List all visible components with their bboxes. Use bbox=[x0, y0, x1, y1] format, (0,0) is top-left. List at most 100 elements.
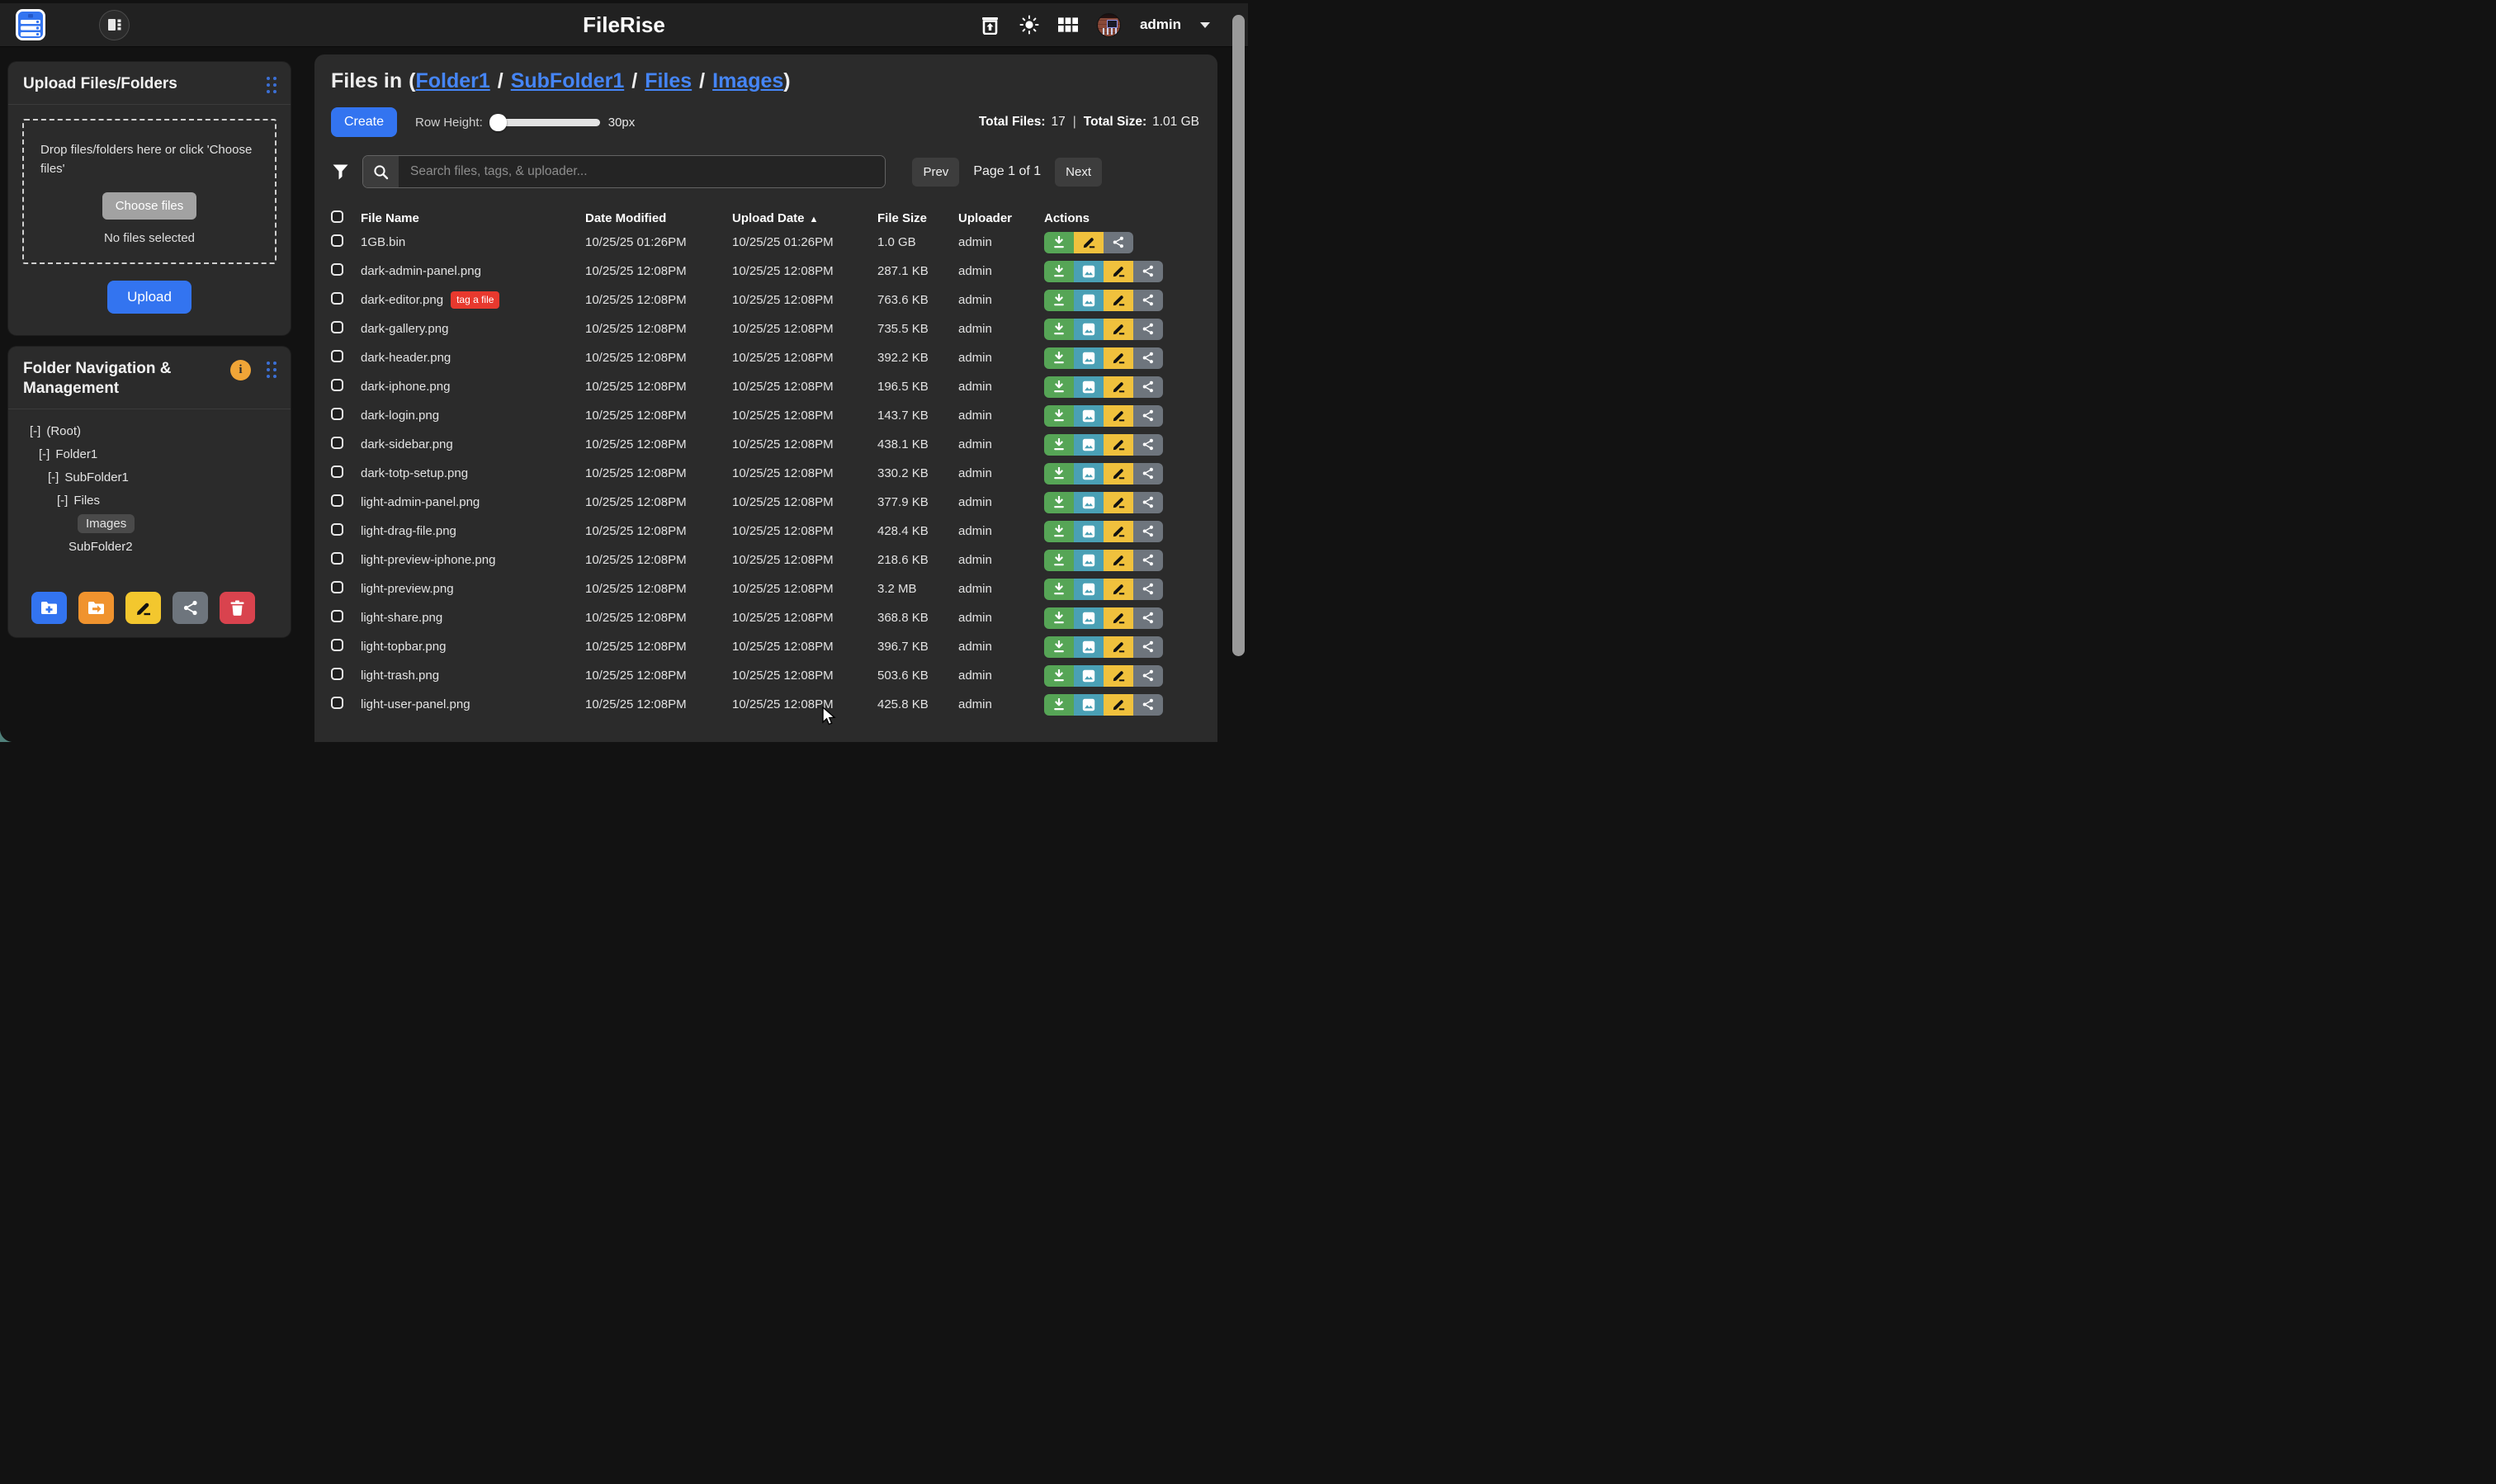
download-button[interactable] bbox=[1044, 347, 1074, 369]
row-checkbox[interactable] bbox=[331, 494, 343, 507]
tree-collapse-toggle[interactable]: [-] bbox=[57, 494, 68, 508]
info-icon[interactable] bbox=[230, 360, 251, 380]
tree-folder-label[interactable]: Images bbox=[78, 514, 135, 533]
download-button[interactable] bbox=[1044, 376, 1074, 398]
table-row[interactable]: dark-login.png 10/25/25 12:08PM 10/25/25… bbox=[331, 401, 1199, 430]
share-button[interactable] bbox=[1133, 636, 1163, 658]
file-name[interactable]: dark-sidebar.png bbox=[361, 437, 453, 451]
folder-tree-item[interactable]: [-] SubFolder1 bbox=[20, 466, 279, 489]
preview-button[interactable] bbox=[1074, 290, 1104, 311]
download-button[interactable] bbox=[1044, 694, 1074, 716]
folder-tree-item[interactable]: [-] Files bbox=[20, 489, 279, 512]
row-checkbox[interactable] bbox=[331, 466, 343, 478]
row-checkbox[interactable] bbox=[331, 379, 343, 391]
edit-button[interactable] bbox=[1074, 232, 1104, 253]
download-button[interactable] bbox=[1044, 290, 1074, 311]
tree-folder-label[interactable]: (Root) bbox=[46, 424, 81, 438]
download-button[interactable] bbox=[1044, 319, 1074, 340]
edit-button[interactable] bbox=[1104, 463, 1133, 484]
table-row[interactable]: light-share.png 10/25/25 12:08PM 10/25/2… bbox=[331, 603, 1199, 632]
preview-button[interactable] bbox=[1074, 434, 1104, 456]
edit-button[interactable] bbox=[1104, 376, 1133, 398]
preview-button[interactable] bbox=[1074, 521, 1104, 542]
tree-collapse-toggle[interactable]: [-] bbox=[30, 424, 40, 438]
file-name[interactable]: dark-iphone.png bbox=[361, 380, 450, 394]
file-name[interactable]: light-admin-panel.png bbox=[361, 495, 480, 509]
file-name[interactable]: light-user-panel.png bbox=[361, 697, 470, 711]
file-dropzone[interactable]: Drop files/folders here or click 'Choose… bbox=[22, 119, 277, 264]
share-button[interactable] bbox=[1133, 463, 1163, 484]
share-button[interactable] bbox=[1133, 665, 1163, 687]
table-row[interactable]: light-user-panel.png 10/25/25 12:08PM 10… bbox=[331, 690, 1199, 719]
breadcrumb-link-files[interactable]: Files bbox=[645, 69, 692, 92]
table-row[interactable]: light-topbar.png 10/25/25 12:08PM 10/25/… bbox=[331, 632, 1199, 661]
search-input[interactable] bbox=[399, 156, 885, 187]
share-button[interactable] bbox=[1133, 607, 1163, 629]
tree-folder-label[interactable]: Files bbox=[73, 494, 100, 508]
preview-button[interactable] bbox=[1074, 319, 1104, 340]
share-button[interactable] bbox=[1133, 319, 1163, 340]
preview-button[interactable] bbox=[1074, 376, 1104, 398]
edit-button[interactable] bbox=[1104, 347, 1133, 369]
chevron-down-icon[interactable] bbox=[1200, 22, 1210, 28]
share-button[interactable] bbox=[1133, 550, 1163, 571]
file-name[interactable]: light-preview.png bbox=[361, 582, 454, 596]
breadcrumb-link-subfolder1[interactable]: SubFolder1 bbox=[511, 69, 625, 92]
table-row[interactable]: dark-totp-setup.png 10/25/25 12:08PM 10/… bbox=[331, 459, 1199, 488]
folder-tree-item[interactable]: SubFolder2 bbox=[20, 535, 279, 558]
column-header-file-name[interactable]: File Name bbox=[361, 211, 585, 225]
row-checkbox[interactable] bbox=[331, 697, 343, 709]
filter-icon[interactable] bbox=[333, 164, 348, 180]
share-button[interactable] bbox=[1133, 347, 1163, 369]
row-checkbox[interactable] bbox=[331, 668, 343, 680]
preview-button[interactable] bbox=[1074, 579, 1104, 600]
download-button[interactable] bbox=[1044, 405, 1074, 427]
table-row[interactable]: light-admin-panel.png 10/25/25 12:08PM 1… bbox=[331, 488, 1199, 517]
table-row[interactable]: dark-admin-panel.png 10/25/25 12:08PM 10… bbox=[331, 257, 1199, 286]
tree-folder-label[interactable]: SubFolder2 bbox=[69, 540, 133, 554]
preview-button[interactable] bbox=[1074, 550, 1104, 571]
drag-handle-icon[interactable] bbox=[267, 362, 277, 379]
apps-grid-button[interactable] bbox=[1058, 15, 1078, 35]
preview-button[interactable] bbox=[1074, 665, 1104, 687]
slider-thumb[interactable] bbox=[489, 114, 507, 131]
upload-button[interactable]: Upload bbox=[107, 281, 191, 314]
table-row[interactable]: dark-editor.png tag a file 10/25/25 12:0… bbox=[331, 286, 1199, 314]
rename-folder-button[interactable] bbox=[125, 592, 161, 624]
preview-button[interactable] bbox=[1074, 636, 1104, 658]
select-all-checkbox[interactable] bbox=[331, 210, 343, 223]
file-name[interactable]: dark-login.png bbox=[361, 409, 439, 423]
share-button[interactable] bbox=[1133, 405, 1163, 427]
download-button[interactable] bbox=[1044, 232, 1074, 253]
breadcrumb-link-images[interactable]: Images bbox=[712, 69, 783, 92]
delete-folder-button[interactable] bbox=[220, 592, 255, 624]
row-checkbox[interactable] bbox=[331, 321, 343, 333]
share-button[interactable] bbox=[1133, 492, 1163, 513]
column-header-date-modified[interactable]: Date Modified bbox=[585, 211, 732, 225]
column-header-file-size[interactable]: File Size bbox=[877, 211, 958, 225]
column-header-upload-date[interactable]: Upload Date▲ bbox=[732, 211, 877, 225]
table-row[interactable]: dark-iphone.png 10/25/25 12:08PM 10/25/2… bbox=[331, 372, 1199, 401]
table-row[interactable]: dark-sidebar.png 10/25/25 12:08PM 10/25/… bbox=[331, 430, 1199, 459]
download-button[interactable] bbox=[1044, 521, 1074, 542]
download-button[interactable] bbox=[1044, 607, 1074, 629]
share-button[interactable] bbox=[1133, 261, 1163, 282]
preview-button[interactable] bbox=[1074, 694, 1104, 716]
share-button[interactable] bbox=[1133, 290, 1163, 311]
row-checkbox[interactable] bbox=[331, 581, 343, 593]
edit-button[interactable] bbox=[1104, 434, 1133, 456]
download-button[interactable] bbox=[1044, 636, 1074, 658]
folder-tree-item[interactable]: [-] (Root) bbox=[20, 419, 279, 442]
column-header-uploader[interactable]: Uploader bbox=[958, 211, 1044, 225]
tree-collapse-toggle[interactable]: [-] bbox=[39, 447, 50, 461]
download-button[interactable] bbox=[1044, 665, 1074, 687]
row-checkbox[interactable] bbox=[331, 292, 343, 305]
file-name[interactable]: light-topbar.png bbox=[361, 640, 446, 654]
window-scrollbar[interactable] bbox=[1232, 15, 1245, 656]
table-row[interactable]: light-drag-file.png 10/25/25 12:08PM 10/… bbox=[331, 517, 1199, 546]
file-name[interactable]: light-trash.png bbox=[361, 669, 439, 683]
table-row[interactable]: light-preview.png 10/25/25 12:08PM 10/25… bbox=[331, 574, 1199, 603]
preview-button[interactable] bbox=[1074, 463, 1104, 484]
edit-button[interactable] bbox=[1104, 550, 1133, 571]
tree-collapse-toggle[interactable]: [-] bbox=[48, 470, 59, 484]
